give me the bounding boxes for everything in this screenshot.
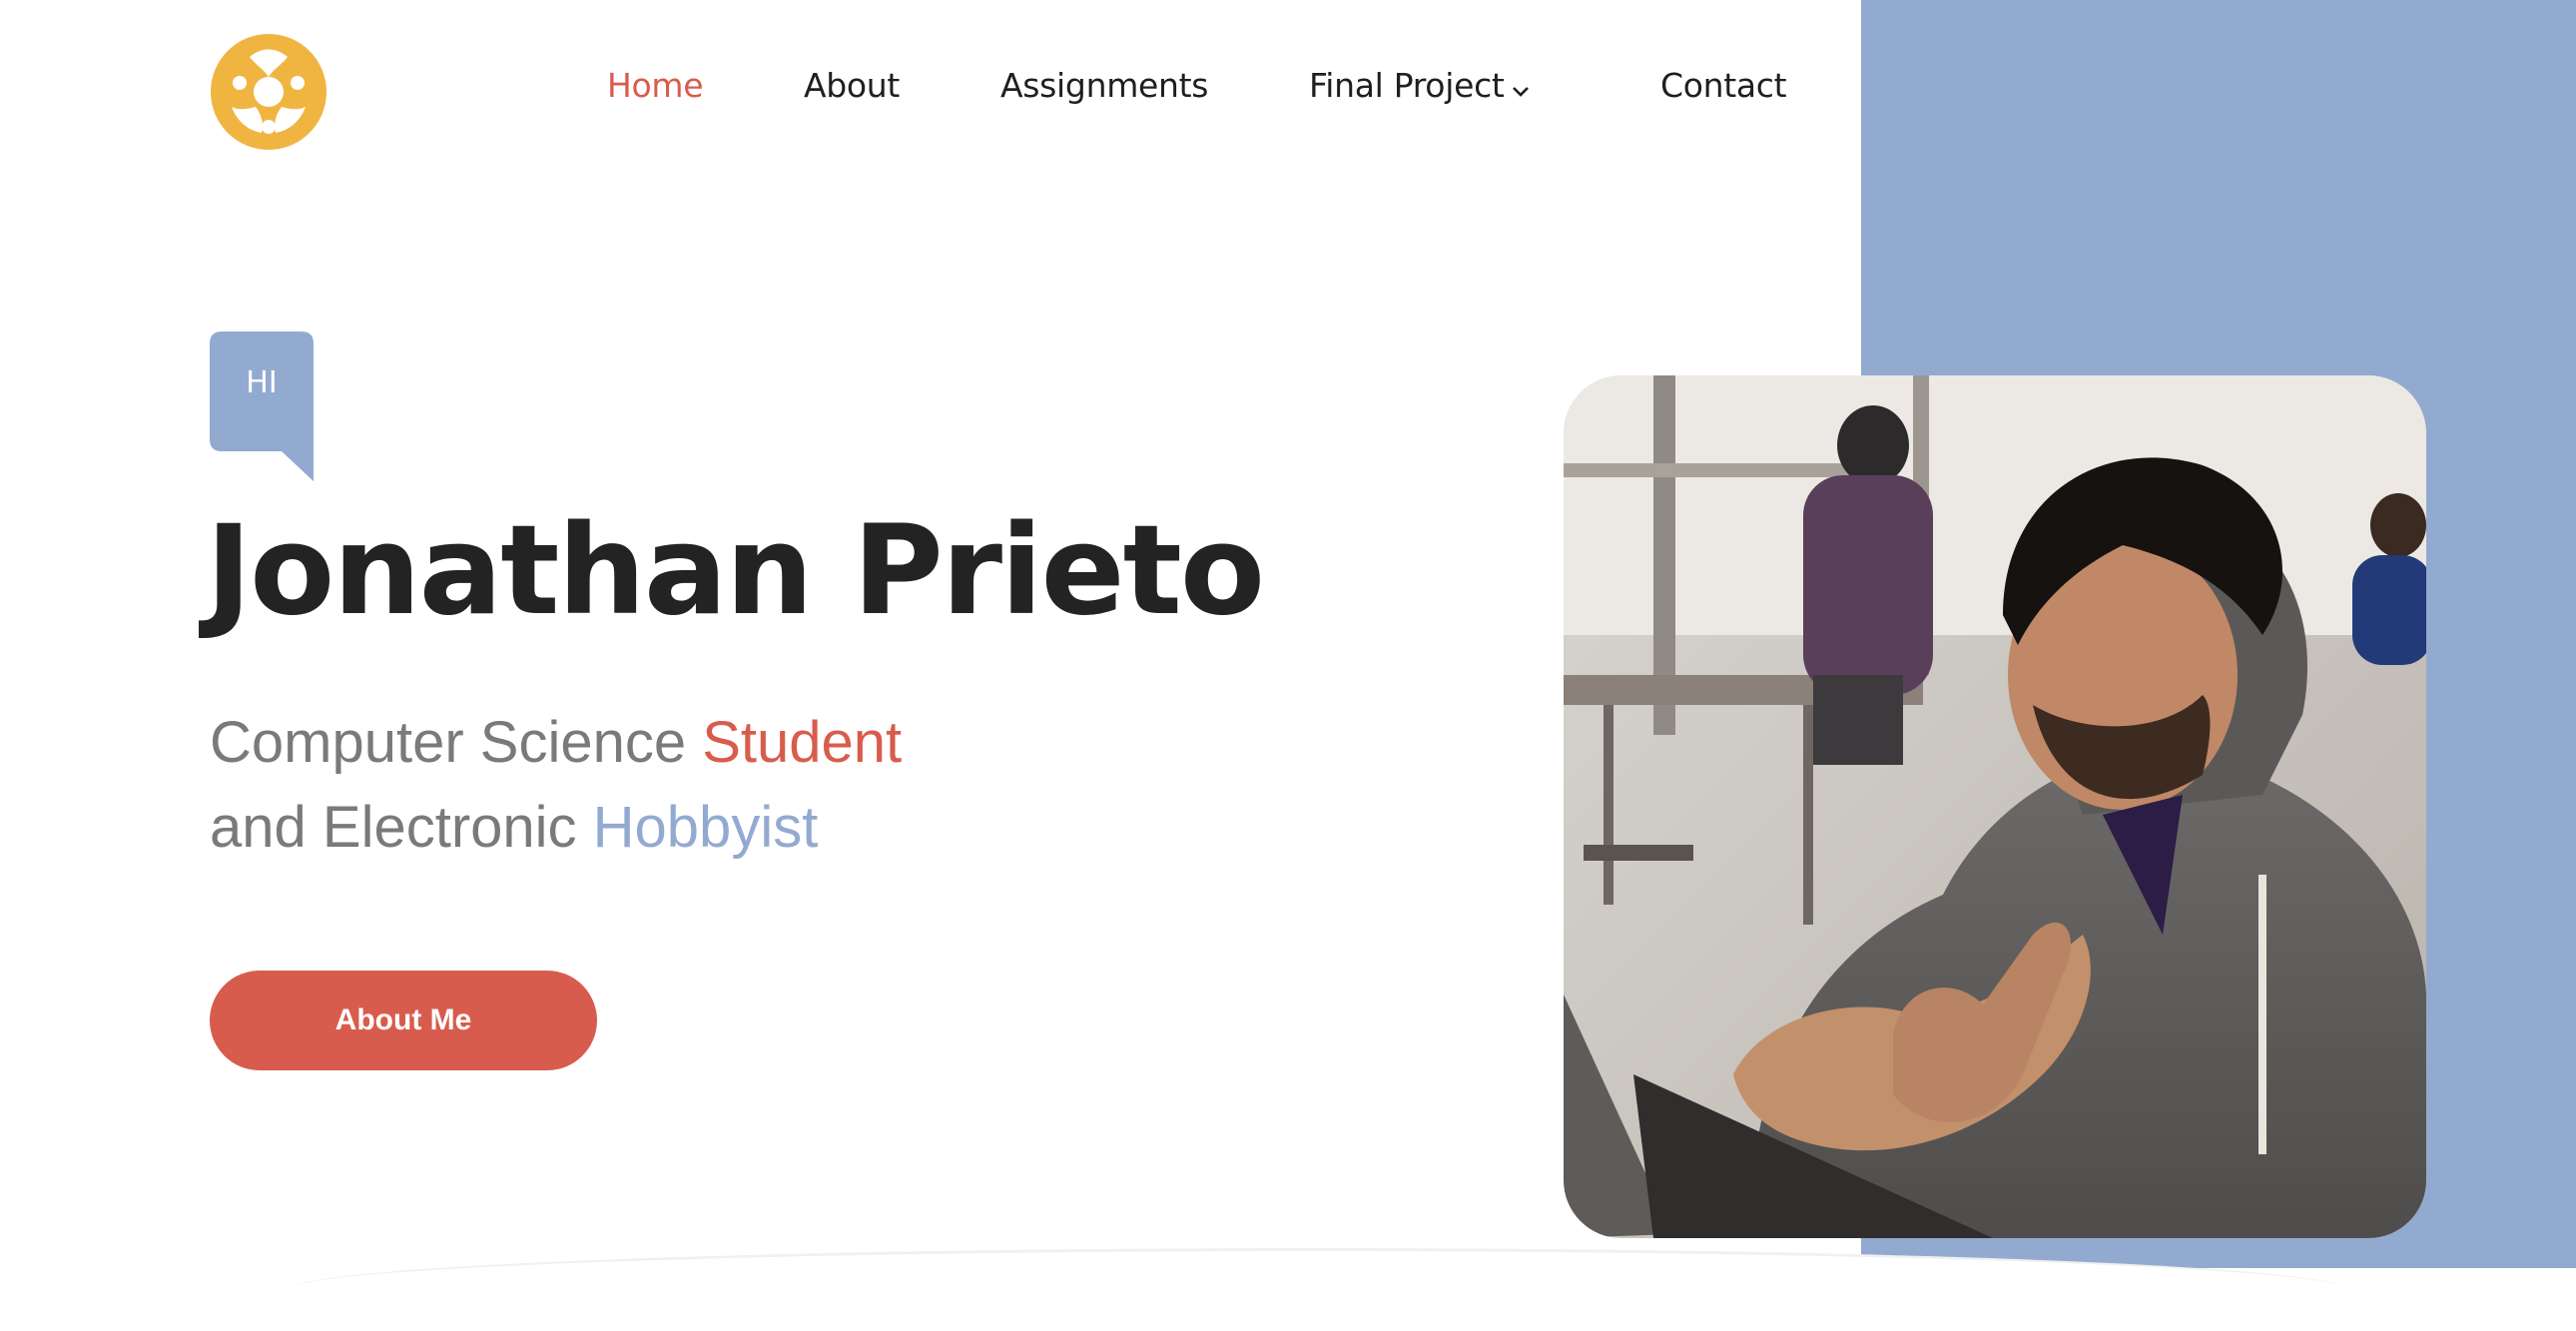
nav-final-project-dropdown[interactable]: Final Project <box>1309 66 1531 118</box>
subtitle-highlight-hobbyist: Hobbyist <box>592 795 819 860</box>
nav-final-project-label: Final Project <box>1309 66 1505 105</box>
hero-subtitle-line1: Computer Science Student <box>210 709 902 776</box>
subtitle-highlight-student: Student <box>702 710 903 775</box>
nav-contact-link[interactable]: Contact <box>1660 66 1787 118</box>
nav-home-link[interactable]: Home <box>607 66 704 118</box>
section-divider-curve <box>290 1248 2346 1331</box>
nav-assignments-link[interactable]: Assignments <box>1000 66 1208 118</box>
greeting-text: HI <box>246 365 278 400</box>
subtitle-line1-prefix: Computer Science <box>210 710 703 775</box>
nav-about-link[interactable]: About <box>804 66 900 118</box>
hero-subtitle-line2: and Electronic Hobbyist <box>210 794 818 861</box>
hero-name-heading: Jonathan Prieto <box>206 499 1265 643</box>
subtitle-line2-prefix: and Electronic <box>210 795 593 860</box>
chevron-down-icon <box>1511 68 1531 107</box>
portrait-photo <box>1564 375 2426 1238</box>
about-me-button[interactable]: About Me <box>210 971 597 1070</box>
site-logo-icon[interactable] <box>210 33 327 151</box>
